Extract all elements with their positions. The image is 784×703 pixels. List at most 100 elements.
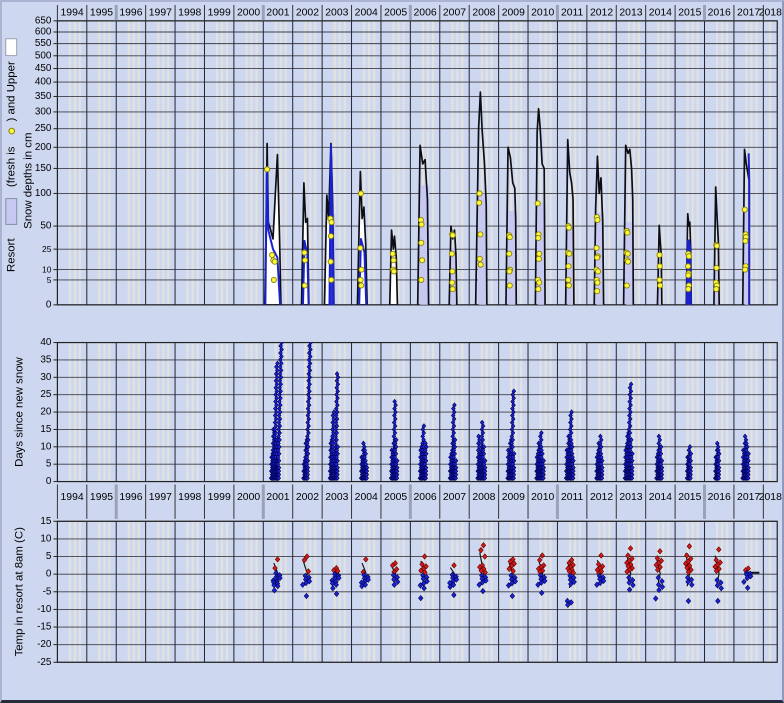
- month-stripe: [520, 21, 522, 304]
- axis-title-temp: Temp in resort at 8am (C): [14, 527, 26, 657]
- year-label: 1997: [149, 7, 172, 18]
- tick-label-snow: 300: [35, 106, 52, 117]
- tick-label-days: 40: [40, 337, 52, 348]
- year-label: 2002: [296, 492, 319, 503]
- fresh-snow-dot: [507, 269, 512, 274]
- month-stripe: [750, 21, 752, 304]
- fresh-snow-dot: [535, 201, 540, 206]
- tick-label-snow: 0: [46, 299, 52, 310]
- year-label: 1996: [119, 7, 142, 18]
- month-stripe: [221, 21, 223, 304]
- fresh-snow-dot: [358, 245, 363, 250]
- fresh-snow-dot: [685, 264, 690, 269]
- month-stripe: [103, 21, 105, 304]
- year-label: 2001: [266, 492, 289, 503]
- year-label: 2011: [561, 492, 584, 503]
- fresh-snow-dot: [265, 167, 270, 172]
- year-label: 1998: [178, 7, 201, 18]
- month-stripe: [397, 21, 399, 304]
- fresh-snow-dot: [477, 200, 482, 205]
- year-label: 1996: [119, 492, 142, 503]
- year-label: 1994: [61, 7, 84, 18]
- month-stripe: [108, 21, 110, 304]
- month-stripe: [157, 21, 159, 304]
- year-label: 1999: [208, 7, 231, 18]
- month-stripe: [755, 21, 757, 304]
- year-label: 2016: [708, 492, 731, 503]
- fresh-snow-dot: [302, 258, 307, 263]
- month-stripe: [373, 21, 375, 304]
- legend-fresh-dot-icon: [9, 128, 15, 134]
- snow-depth-series: [265, 92, 751, 305]
- fresh-snow-dot: [686, 286, 691, 291]
- axis-title-resort: Resort: [6, 238, 18, 272]
- year-label: 2000: [237, 7, 260, 18]
- year-label: 2012: [590, 492, 613, 503]
- fresh-snow-dot: [450, 286, 455, 291]
- tick-label-days: 10: [40, 441, 52, 452]
- year-label: 2007: [443, 492, 466, 503]
- tick-label-snow: 25: [42, 244, 52, 254]
- month-stripe: [721, 21, 723, 304]
- tick-label-snow: 600: [35, 27, 52, 38]
- fresh-snow-dot: [419, 277, 424, 282]
- tick-label-snow: 150: [35, 163, 52, 174]
- fresh-snow-dot: [390, 251, 395, 256]
- fresh-snow-dot: [595, 217, 600, 222]
- year-label: 2007: [443, 7, 466, 18]
- month-stripe: [226, 21, 228, 304]
- fresh-snow-dot: [328, 234, 333, 239]
- year-label: 2013: [619, 492, 642, 503]
- tick-label-temp: -15: [37, 622, 52, 633]
- five-year-mark: [409, 5, 412, 20]
- five-year-mark: [409, 485, 412, 519]
- year-label: 2008: [472, 7, 495, 18]
- fresh-snow-dot: [478, 232, 483, 237]
- month-stripe: [128, 21, 130, 304]
- tick-label-snow: 250: [35, 123, 52, 134]
- tick-label-days: 5: [46, 459, 52, 470]
- tick-label-snow: 350: [35, 91, 52, 102]
- tick-label-temp: 0: [46, 569, 52, 580]
- fresh-snow-dot: [507, 251, 512, 256]
- year-label: 2015: [678, 492, 701, 503]
- tick-label-days: 35: [40, 354, 52, 365]
- tick-label-days: 20: [40, 407, 52, 418]
- month-stripe: [98, 21, 100, 304]
- month-stripe: [314, 21, 316, 304]
- five-year-mark: [262, 5, 265, 20]
- month-stripe: [216, 21, 218, 304]
- resort-snow-profile: [749, 153, 750, 304]
- month-stripe: [368, 21, 370, 304]
- fresh-snow-dot: [714, 265, 719, 270]
- month-stripe: [667, 21, 669, 304]
- fresh-snow-dot: [272, 259, 277, 264]
- year-label: 2001: [266, 7, 289, 18]
- fresh-snow-dot: [566, 225, 571, 230]
- fresh-snow-dot: [714, 243, 719, 248]
- fresh-snow-dot: [625, 259, 630, 264]
- tick-label-days: 25: [40, 389, 52, 400]
- five-year-mark: [703, 5, 706, 20]
- fresh-snow-dot: [449, 251, 454, 256]
- month-stripe: [197, 21, 199, 304]
- fresh-snow-dot: [477, 256, 482, 261]
- fresh-snow-dot: [657, 252, 662, 257]
- days-marker: [279, 337, 283, 342]
- tick-label-snow: 450: [35, 63, 52, 74]
- fresh-snow-dot: [658, 283, 663, 288]
- tick-label-temp: -10: [37, 604, 52, 615]
- fresh-snow-dot: [329, 277, 334, 282]
- fresh-snow-dot: [595, 289, 600, 294]
- year-label: 2005: [384, 7, 407, 18]
- days-marker: [308, 337, 312, 342]
- tick-label-temp: 15: [40, 516, 52, 527]
- year-label: 1997: [149, 492, 172, 503]
- fresh-snow-dot: [536, 256, 541, 261]
- five-year-mark: [115, 485, 118, 519]
- month-stripe: [697, 21, 699, 304]
- year-label: 2004: [355, 7, 378, 18]
- month-stripe: [245, 21, 247, 304]
- year-label: 1995: [90, 7, 113, 18]
- year-label: 2009: [502, 492, 525, 503]
